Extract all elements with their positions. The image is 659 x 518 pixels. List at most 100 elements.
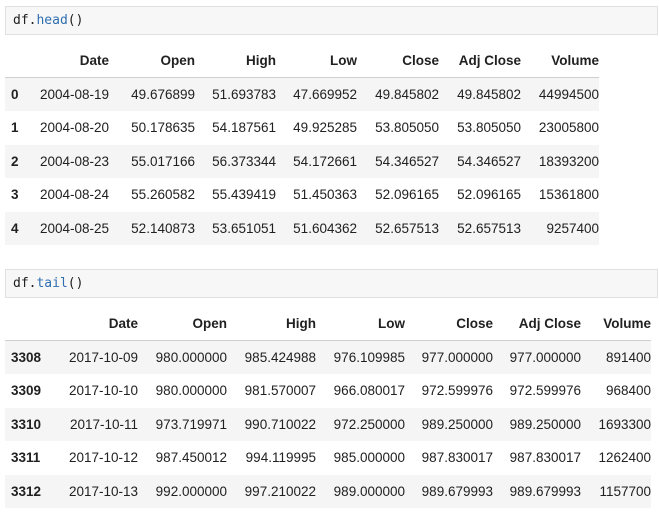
row-index: 3	[11, 187, 19, 203]
table-row: 1 2004-08-20 50.178635 54.187561 49.9252…	[5, 111, 599, 145]
code-cell-head[interactable]: df.head()	[5, 6, 658, 35]
dataframe-tail-table: Date Open High Low Close Adj Close Volum…	[5, 307, 651, 508]
index-header	[5, 44, 29, 78]
code-function: head	[36, 13, 68, 28]
column-header: Low	[276, 44, 357, 78]
table-cell: 981.570007	[244, 383, 316, 399]
table-cell: 992.000000	[155, 483, 227, 499]
column-header: High	[227, 307, 316, 341]
table-cell: 994.119995	[245, 450, 316, 466]
table-cell: 56.373344	[212, 153, 276, 169]
table-cell: 980.000000	[155, 383, 227, 399]
table-cell: 55.439419	[212, 187, 276, 203]
table-cell: 972.599976	[509, 383, 581, 399]
column-header: Open	[138, 307, 227, 341]
table-cell: 985.424988	[244, 350, 316, 365]
code-object: df.	[13, 276, 37, 291]
table-cell: 2004-08-19	[39, 87, 109, 102]
table-cell: 18393200	[538, 153, 599, 169]
table-cell: 49.845802	[457, 87, 521, 102]
table-cell: 55.260582	[131, 187, 195, 203]
table-cell: 52.096165	[375, 187, 439, 203]
table-cell: 989.250000	[421, 416, 493, 432]
table-cell: 972.250000	[333, 416, 405, 432]
table-cell: 977.000000	[509, 350, 581, 365]
table-row: 3312 2017-10-13 992.000000 997.210022 98…	[5, 474, 651, 508]
table-header-row: Date Open High Low Close Adj Close Volum…	[5, 307, 651, 341]
table-cell: 2004-08-24	[39, 187, 109, 203]
table-cell: 50.178635	[131, 120, 195, 136]
table-cell: 54.346527	[375, 153, 439, 169]
table-row: 3308 2017-10-09 980.000000 985.424988 97…	[5, 340, 651, 374]
table-cell: 54.172661	[293, 153, 357, 169]
column-header: Date	[49, 307, 138, 341]
table-cell: 2017-10-10	[68, 383, 138, 399]
table-cell: 973.719971	[155, 416, 227, 432]
row-index: 3308	[11, 350, 42, 365]
table-cell: 966.080017	[333, 383, 405, 399]
code-args: ()	[67, 276, 84, 291]
table-cell: 1262400	[598, 450, 651, 466]
row-index: 3312	[11, 483, 42, 499]
row-index: 3311	[11, 450, 41, 466]
table-cell: 989.250000	[509, 416, 581, 432]
table-header-row: Date Open High Low Close Adj Close Volum…	[5, 44, 599, 78]
column-header: Low	[316, 307, 405, 341]
code-function: tail	[36, 276, 68, 291]
table-cell: 49.925285	[293, 120, 357, 136]
table-cell: 987.450012	[155, 450, 227, 466]
column-header: High	[195, 44, 276, 78]
table-cell: 2017-10-13	[68, 483, 138, 499]
column-header: Close	[357, 44, 439, 78]
table-cell: 977.000000	[421, 350, 493, 365]
table-cell: 2017-10-09	[68, 350, 138, 365]
dataframe-head-table: Date Open High Low Close Adj Close Volum…	[5, 44, 599, 245]
table-cell: 54.187561	[212, 120, 276, 136]
table-cell: 980.000000	[155, 350, 227, 365]
table-row: 2 2004-08-23 55.017166 56.373344 54.1726…	[5, 144, 599, 178]
table-cell: 891400	[605, 350, 651, 365]
table-cell: 2017-10-11	[69, 416, 138, 432]
index-header	[5, 307, 49, 341]
table-row: 3309 2017-10-10 980.000000 981.570007 96…	[5, 374, 651, 408]
table-cell: 972.599976	[421, 383, 493, 399]
table-cell: 985.000000	[333, 450, 405, 466]
code-cell-tail[interactable]: df.tail()	[5, 269, 658, 298]
table-cell: 52.096165	[457, 187, 521, 203]
column-header: Adj Close	[493, 307, 581, 341]
column-header: Date	[29, 44, 109, 78]
table-cell: 2004-08-25	[39, 220, 109, 236]
table-cell: 987.830017	[509, 450, 581, 466]
table-cell: 53.805050	[457, 120, 521, 136]
code-object: df.	[13, 13, 37, 28]
row-index: 2	[11, 153, 19, 169]
table-cell: 52.657513	[375, 220, 439, 236]
column-header: Adj Close	[439, 44, 521, 78]
table-cell: 990.710022	[244, 416, 316, 432]
column-header: Volume	[521, 44, 599, 78]
table-row: 4 2004-08-25 52.140873 53.651051 51.6043…	[5, 211, 599, 245]
table-cell: 47.669952	[293, 87, 357, 102]
table-cell: 989.000000	[333, 483, 405, 499]
table-cell: 987.830017	[421, 450, 493, 466]
table-cell: 976.109985	[333, 350, 405, 365]
table-row: 3 2004-08-24 55.260582 55.439419 51.4503…	[5, 178, 599, 212]
table-cell: 2017-10-12	[68, 450, 138, 466]
code-args: ()	[67, 13, 84, 28]
table-cell: 2004-08-20	[39, 120, 109, 136]
table-cell: 1157700	[599, 483, 651, 499]
table-cell: 49.845802	[375, 87, 439, 102]
table-cell: 989.679993	[421, 483, 493, 499]
column-header: Volume	[581, 307, 651, 341]
table-cell: 44994500	[538, 87, 599, 102]
row-index: 3309	[11, 383, 42, 399]
row-index: 0	[11, 87, 19, 102]
table-cell: 55.017166	[131, 153, 195, 169]
column-header: Open	[109, 44, 195, 78]
table-cell: 51.450363	[293, 187, 357, 203]
row-index: 1	[11, 120, 19, 136]
table-cell: 49.676899	[131, 87, 195, 102]
table-cell: 9257400	[546, 220, 599, 236]
table-row: 3311 2017-10-12 987.450012 994.119995 98…	[5, 441, 651, 475]
table-cell: 989.679993	[509, 483, 581, 499]
